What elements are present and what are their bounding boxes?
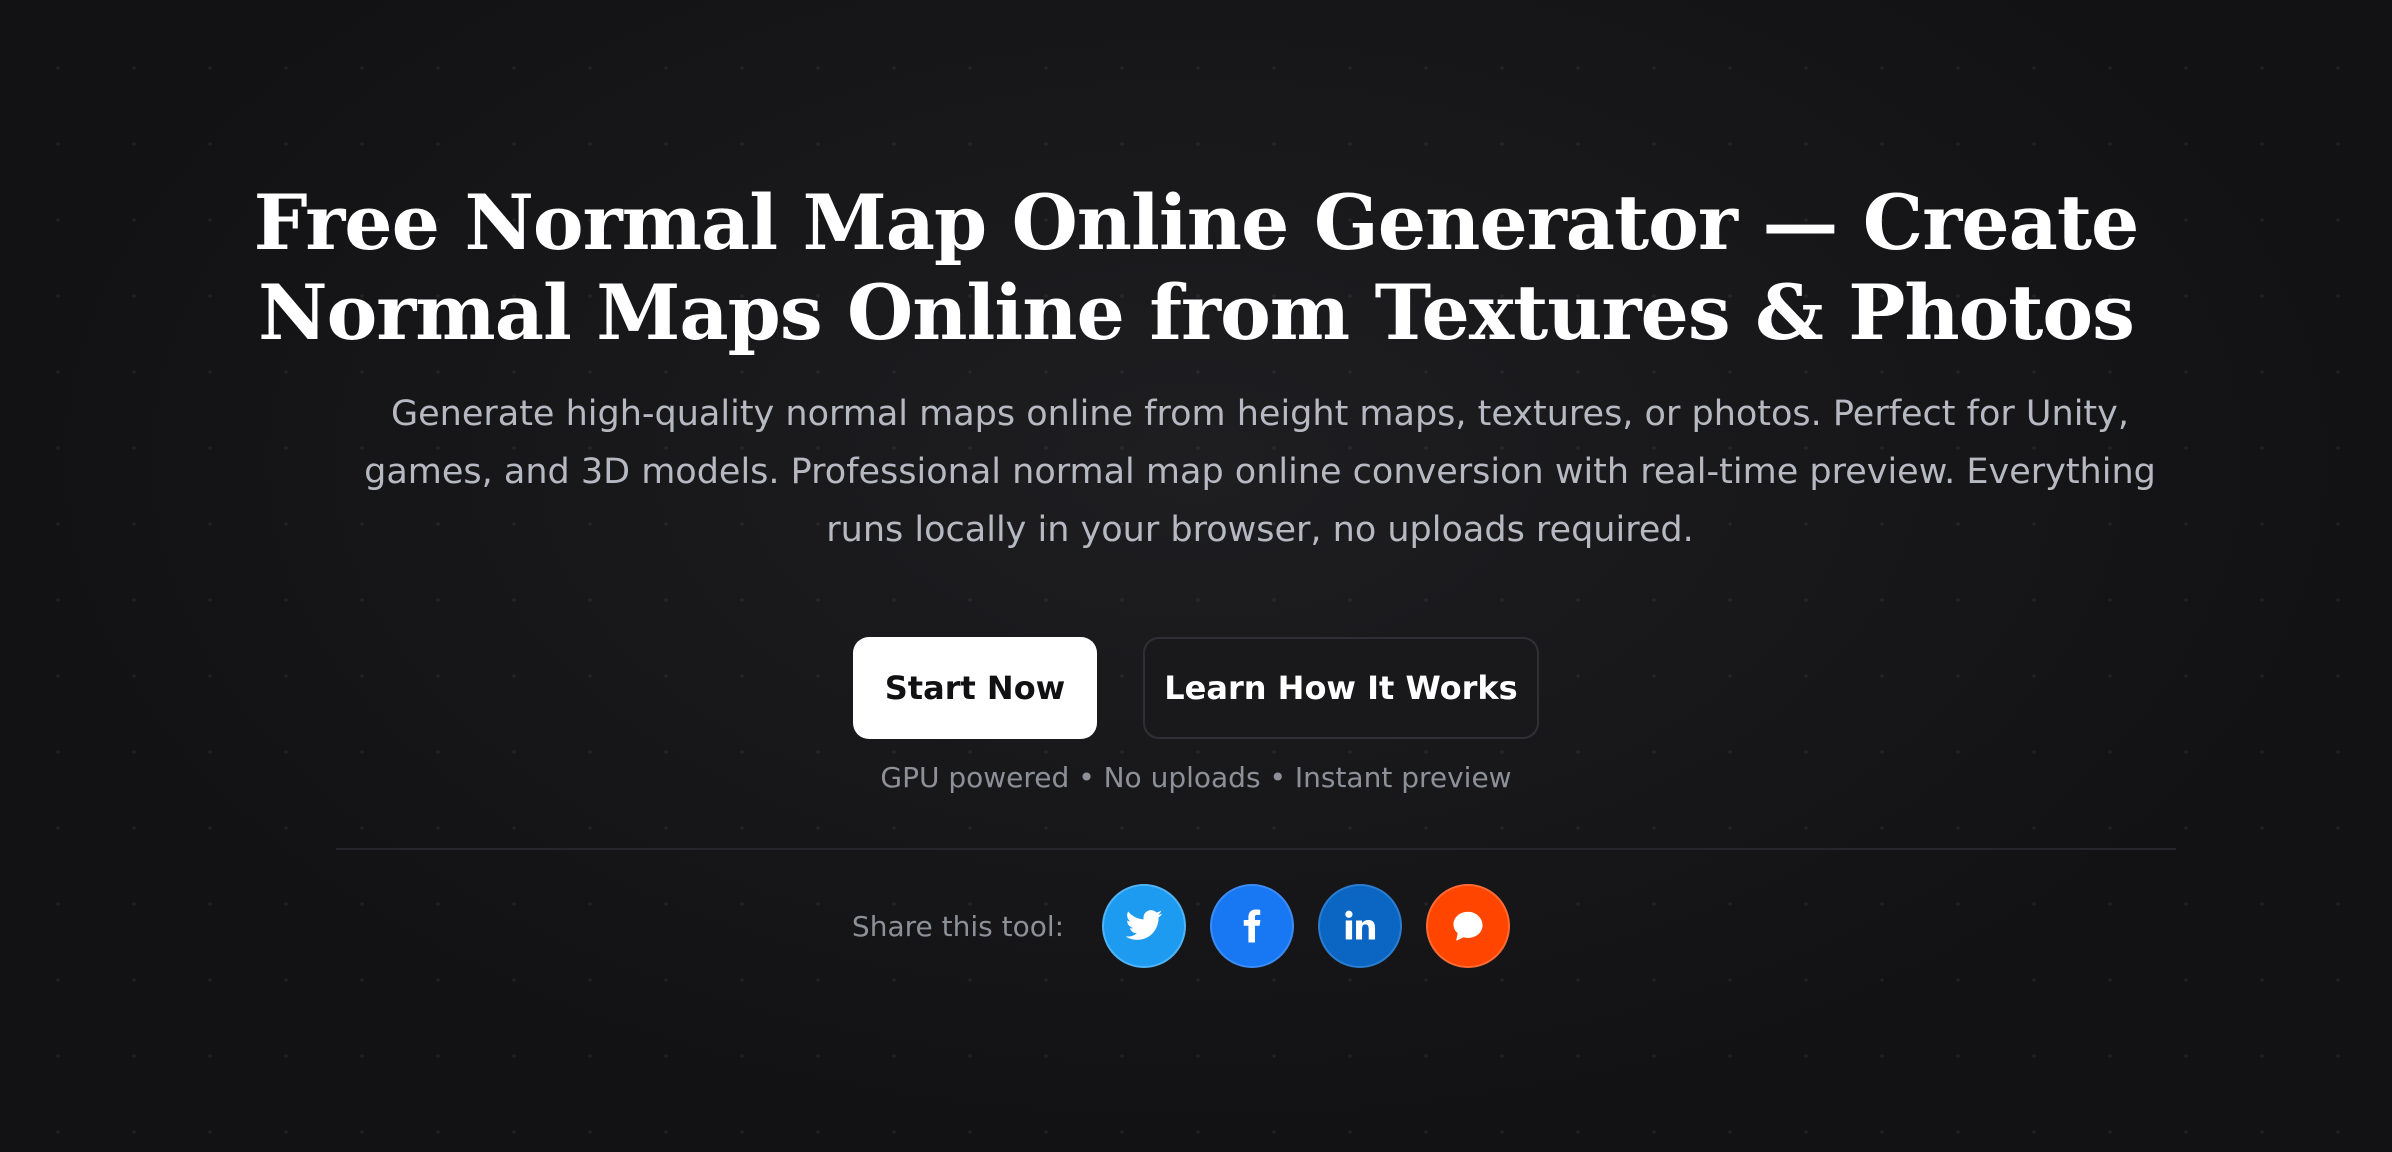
share-reddit-button[interactable] — [1426, 884, 1511, 968]
feature-highlights: GPU powered • No uploads • Instant previ… — [880, 761, 1512, 794]
share-linkedin-button[interactable] — [1318, 884, 1403, 968]
cta-button-group: Start Now Learn How It Works — [0, 637, 2392, 739]
twitter-icon — [1125, 910, 1163, 940]
page-title-line-1: Free Normal Map Online Generator — Creat… — [253, 178, 2140, 267]
divider — [336, 848, 2176, 850]
share-bar: Share this tool: — [0, 884, 2392, 968]
share-twitter-button[interactable] — [1102, 884, 1187, 968]
start-now-button[interactable]: Start Now — [853, 637, 1097, 739]
facebook-icon — [1243, 909, 1261, 943]
share-facebook-button[interactable] — [1210, 884, 1295, 968]
share-label: Share this tool: — [851, 909, 1065, 943]
share-button-group — [1102, 884, 1511, 968]
page-title-line-2: Normal Maps Online from Textures & Photo… — [258, 268, 2135, 357]
page-title: Free Normal Map Online Generator — Creat… — [200, 178, 2192, 358]
hero-section: Free Normal Map Online Generator — Creat… — [0, 0, 2392, 1152]
learn-how-it-works-button[interactable]: Learn How It Works — [1143, 637, 1539, 739]
hero-subtitle: Generate high-quality normal maps online… — [364, 394, 2156, 550]
linkedin-icon — [1345, 910, 1376, 940]
reddit-icon — [1453, 911, 1483, 941]
